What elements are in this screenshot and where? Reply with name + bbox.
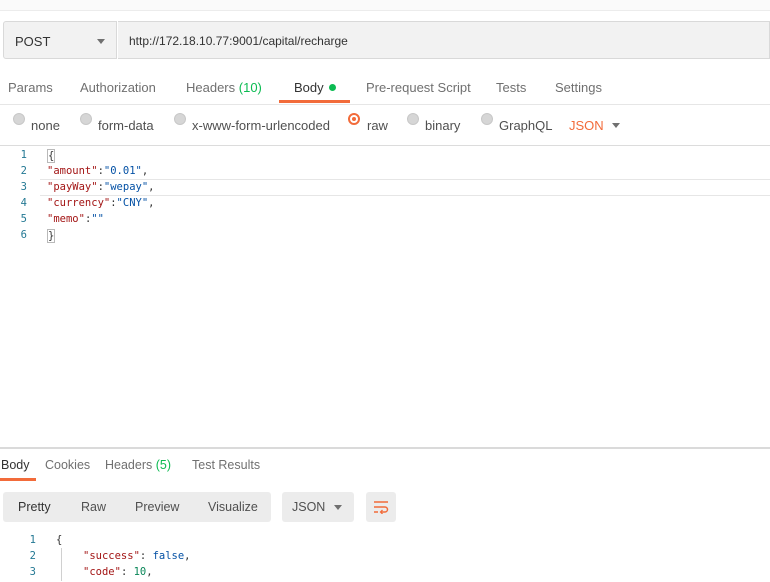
radio-graphql[interactable] bbox=[481, 113, 493, 125]
radio-binary-label[interactable]: binary bbox=[425, 118, 460, 133]
tab-body[interactable]: Body bbox=[294, 80, 336, 95]
response-format-select[interactable]: JSON bbox=[282, 492, 354, 522]
line-number: 3 bbox=[20, 181, 27, 193]
json-key: "code" bbox=[83, 566, 121, 578]
line-number: 2 bbox=[29, 550, 36, 562]
response-tab-test-results[interactable]: Test Results bbox=[192, 458, 260, 472]
chevron-down-icon bbox=[334, 505, 342, 510]
chevron-down-icon bbox=[97, 39, 105, 44]
tab-authorization[interactable]: Authorization bbox=[80, 80, 156, 95]
wrap-lines-icon bbox=[374, 501, 389, 514]
json-value: "" bbox=[91, 213, 104, 225]
response-view-toggle: Pretty Raw Preview Visualize bbox=[3, 492, 271, 522]
method-label: POST bbox=[15, 34, 51, 49]
response-line: 1 { bbox=[0, 534, 400, 550]
code-text: { bbox=[47, 149, 56, 163]
tab-headers-count: (10) bbox=[238, 80, 262, 95]
tab-tests[interactable]: Tests bbox=[496, 80, 526, 95]
window-top-strip bbox=[0, 0, 770, 11]
response-format-label: JSON bbox=[292, 500, 326, 514]
active-tab-indicator bbox=[279, 100, 350, 103]
wrap-lines-button[interactable] bbox=[366, 492, 396, 522]
tab-pre-request-script[interactable]: Pre-request Script bbox=[366, 80, 471, 95]
json-value: "CNY" bbox=[116, 197, 149, 209]
code-text: "amount":"0.01", bbox=[47, 165, 148, 177]
radio-form-data[interactable] bbox=[80, 113, 92, 125]
json-key: "amount" bbox=[47, 165, 98, 177]
json-value: false bbox=[152, 550, 185, 562]
json-comma: , bbox=[148, 181, 155, 193]
response-tab-headers-count: (5) bbox=[155, 458, 172, 472]
request-tabs: Params Authorization Headers (10) Body P… bbox=[0, 71, 770, 105]
response-tabs: Body Cookies Headers (5) Test Results bbox=[0, 450, 770, 481]
view-raw-button[interactable]: Raw bbox=[81, 500, 106, 514]
response-line: 2 "success": false, bbox=[0, 550, 400, 566]
code-text: "payWay":"wepay", bbox=[47, 181, 155, 193]
json-value: 10 bbox=[133, 566, 147, 578]
tab-headers-label: Headers bbox=[186, 80, 236, 95]
line-number: 5 bbox=[20, 213, 27, 225]
json-separator: : bbox=[139, 550, 153, 562]
line-number: 1 bbox=[29, 534, 36, 546]
radio-form-data-label[interactable]: form-data bbox=[98, 118, 154, 133]
json-key: "memo" bbox=[47, 213, 85, 225]
view-preview-button[interactable]: Preview bbox=[135, 500, 179, 514]
editor-line: 6 } bbox=[0, 229, 770, 245]
radio-none[interactable] bbox=[13, 113, 25, 125]
editor-line: 2 "amount":"0.01", bbox=[0, 165, 770, 181]
tab-headers[interactable]: Headers (10) bbox=[186, 80, 262, 95]
code-text: "memo":"" bbox=[47, 213, 104, 225]
radio-raw-label[interactable]: raw bbox=[367, 118, 388, 133]
code-text: { bbox=[56, 534, 63, 546]
editor-line: 1 { bbox=[0, 149, 770, 165]
view-pretty-button[interactable]: Pretty bbox=[18, 500, 51, 514]
editor-line: 3 "payWay":"wepay", bbox=[0, 181, 770, 197]
code-text: "currency":"CNY", bbox=[47, 197, 154, 209]
response-line: 3 "code": 10, bbox=[0, 566, 400, 582]
response-tab-headers-label: Headers bbox=[105, 458, 153, 472]
status-dot-icon bbox=[328, 84, 336, 91]
active-response-tab-indicator bbox=[0, 478, 36, 481]
radio-x-www-form-urlencoded-label[interactable]: x-www-form-urlencoded bbox=[192, 118, 330, 133]
json-value: "wepay" bbox=[103, 181, 149, 193]
tab-params[interactable]: Params bbox=[8, 80, 53, 95]
method-select[interactable]: POST bbox=[3, 21, 117, 59]
code-text: "success": false, bbox=[83, 550, 191, 562]
chevron-down-icon[interactable] bbox=[612, 123, 620, 128]
radio-x-www-form-urlencoded[interactable] bbox=[174, 113, 186, 125]
code-text: "code": 10, bbox=[83, 566, 153, 578]
json-comma: , bbox=[146, 566, 153, 578]
radio-none-label[interactable]: none bbox=[31, 118, 60, 133]
url-value: http://172.18.10.77:9001/capital/recharg… bbox=[129, 34, 348, 48]
line-number: 6 bbox=[20, 229, 27, 241]
json-comma: , bbox=[141, 165, 149, 177]
view-visualize-button[interactable]: Visualize bbox=[208, 500, 258, 514]
radio-binary[interactable] bbox=[407, 113, 419, 125]
body-format-select[interactable]: JSON bbox=[569, 118, 604, 133]
line-number: 3 bbox=[29, 566, 36, 578]
line-number: 1 bbox=[20, 149, 27, 161]
radio-raw[interactable] bbox=[348, 113, 360, 125]
json-comma: , bbox=[148, 197, 155, 209]
code-text: } bbox=[47, 229, 56, 243]
url-input[interactable]: http://172.18.10.77:9001/capital/recharg… bbox=[118, 21, 770, 59]
tab-settings[interactable]: Settings bbox=[555, 80, 602, 95]
radio-graphql-label[interactable]: GraphQL bbox=[499, 118, 552, 133]
json-value: "0.01" bbox=[103, 165, 142, 177]
json-key: "success" bbox=[83, 550, 140, 562]
line-number: 2 bbox=[20, 165, 27, 177]
request-url-row: POST http://172.18.10.77:9001/capital/re… bbox=[3, 21, 770, 61]
pane-resize-handle[interactable] bbox=[0, 447, 770, 449]
editor-line: 5 "memo":"" bbox=[0, 213, 770, 229]
json-key: "currency" bbox=[47, 197, 111, 209]
response-tab-body[interactable]: Body bbox=[1, 458, 30, 472]
response-tab-headers[interactable]: Headers (5) bbox=[105, 458, 171, 472]
response-tab-cookies[interactable]: Cookies bbox=[45, 458, 90, 472]
line-number: 4 bbox=[20, 197, 27, 209]
editor-line: 4 "currency":"CNY", bbox=[0, 197, 770, 213]
tab-body-label: Body bbox=[294, 80, 324, 95]
json-comma: , bbox=[184, 550, 191, 562]
json-separator: : bbox=[120, 566, 134, 578]
json-key: "payWay" bbox=[47, 181, 98, 193]
